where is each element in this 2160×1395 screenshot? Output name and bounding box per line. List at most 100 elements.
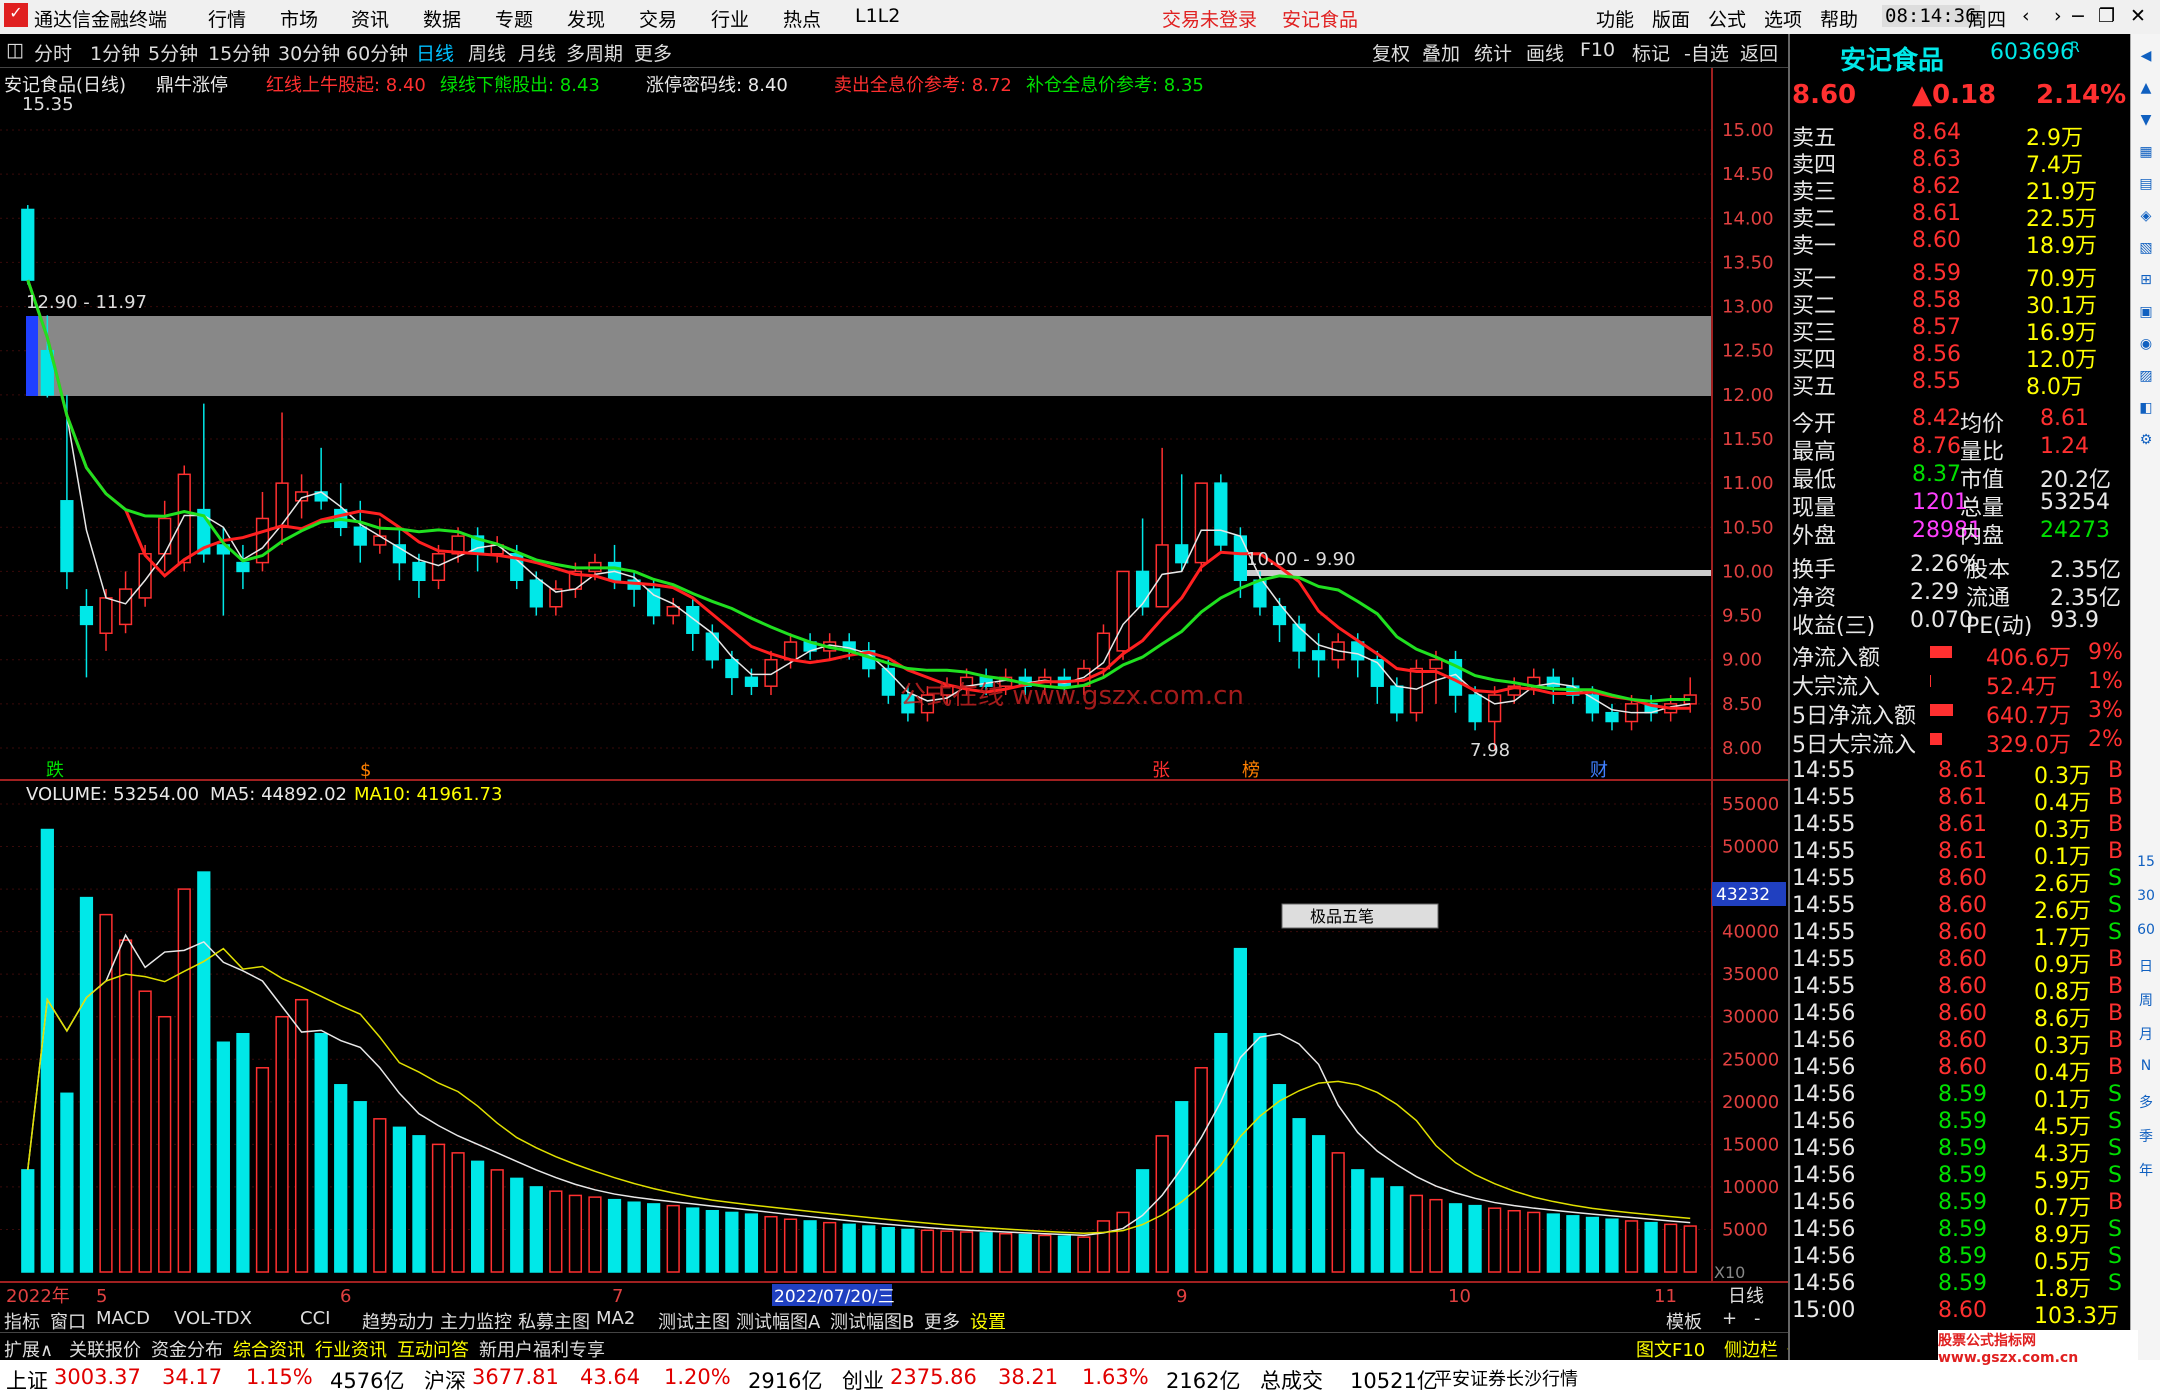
menu-news[interactable]: 资讯 [351, 5, 389, 32]
sidebar-period[interactable]: 周 [2134, 990, 2158, 1014]
sidebar-tool-icon[interactable]: ◀ [2134, 48, 2158, 72]
menu-hot[interactable]: 热点 [783, 5, 821, 32]
sidebar-tool-icon[interactable]: ⚙ [2134, 432, 2158, 456]
period-tab-more[interactable]: 更多 [634, 39, 672, 66]
sidebar-period[interactable]: 日 [2134, 956, 2158, 980]
info-tab[interactable]: 关联报价 [69, 1336, 141, 1362]
sidebar-tool-icon[interactable]: ◉ [2134, 336, 2158, 360]
period-tab[interactable]: 60分钟 [346, 39, 408, 66]
indicator-tab[interactable]: 测试幅图A [736, 1308, 820, 1334]
toolbar-button[interactable]: 返回 [1740, 39, 1778, 66]
toolbar-button[interactable]: 统计 [1474, 39, 1512, 66]
menu-formula[interactable]: 公式 [1708, 5, 1746, 32]
menu-discover[interactable]: 发现 [567, 5, 605, 32]
sidebar-tool-icon[interactable]: ▨ [2134, 368, 2158, 392]
menu-function[interactable]: 功能 [1596, 5, 1634, 32]
menu-topics[interactable]: 专题 [495, 5, 533, 32]
template-button[interactable]: - [1754, 1308, 1761, 1329]
indicator-tab[interactable]: MA2 [596, 1308, 635, 1329]
index-quote[interactable]: 3003.37 [54, 1365, 141, 1389]
toolbar-button[interactable]: 画线 [1526, 39, 1564, 66]
sidebar-tool-icon[interactable]: ▲ [2134, 80, 2158, 104]
sidebar-period[interactable]: 30 [2134, 888, 2158, 912]
sidebar-tool-icon[interactable]: ▦ [2134, 144, 2158, 168]
sidebar-tool-icon[interactable]: ▤ [2134, 176, 2158, 200]
indicator-tab[interactable]: 窗口 [50, 1308, 86, 1334]
toolbar-button[interactable]: 叠加 [1422, 39, 1460, 66]
info-tab[interactable]: 行业资讯 [315, 1336, 387, 1362]
index-quote[interactable]: 创业 [842, 1365, 884, 1395]
formula-selector[interactable]: 鼎牛涨停 [156, 71, 228, 97]
sidebar-period[interactable]: 季 [2134, 1126, 2158, 1150]
index-quote[interactable]: 34.17 [162, 1365, 222, 1389]
indicator-tab[interactable]: 趋势动力 [362, 1308, 434, 1334]
panel-toggle-icon[interactable]: ◫ [6, 39, 24, 61]
index-quote[interactable]: 3677.81 [472, 1365, 559, 1389]
restore-icon[interactable]: ❐ [2098, 5, 2115, 27]
indicator-tab[interactable]: MACD [96, 1308, 150, 1329]
info-tab[interactable]: 互动问答 [397, 1336, 469, 1362]
period-tab[interactable]: 周线 [468, 39, 506, 66]
index-quote[interactable]: 1.20% [664, 1365, 731, 1389]
back-icon[interactable]: ‹ [2022, 5, 2030, 27]
template-button[interactable]: + [1722, 1308, 1737, 1329]
indicator-tab[interactable]: CCI [300, 1308, 330, 1329]
sidebar-period[interactable]: 年 [2134, 1160, 2158, 1184]
sidebar-period[interactable]: 15 [2134, 854, 2158, 878]
index-quote[interactable]: 上证 [6, 1365, 48, 1395]
menu-market[interactable]: 市场 [280, 5, 318, 32]
toolbar-button[interactable]: -自选 [1684, 39, 1729, 66]
sidebar-period[interactable]: 月 [2134, 1024, 2158, 1048]
index-quote[interactable]: 2375.86 [890, 1365, 977, 1389]
menu-help[interactable]: 帮助 [1820, 5, 1858, 32]
period-tab[interactable]: 分时 [34, 39, 72, 66]
menu-market-quotes[interactable]: 行情 [208, 5, 246, 32]
index-quote[interactable]: 1.63% [1082, 1365, 1149, 1389]
info-tab[interactable]: 扩展∧ [4, 1336, 53, 1362]
toolbar-button[interactable]: 复权 [1372, 39, 1410, 66]
indicator-tab[interactable]: 测试幅图B [830, 1308, 914, 1334]
period-tab[interactable]: 1分钟 [90, 39, 140, 66]
period-tab-active[interactable]: 日线 [416, 39, 454, 66]
indicator-tab[interactable]: 更多 [924, 1308, 960, 1334]
info-tab[interactable]: 综合资讯 [233, 1336, 305, 1362]
menu-layout[interactable]: 版面 [1652, 5, 1690, 32]
toolbar-button[interactable]: F10 [1580, 39, 1615, 61]
info-right-tab[interactable]: 侧边栏《 [1724, 1336, 1796, 1362]
sidebar-tool-icon[interactable]: ⊞ [2134, 272, 2158, 296]
sidebar-tool-icon[interactable]: ▧ [2134, 240, 2158, 264]
sidebar-tool-icon[interactable]: ◧ [2134, 400, 2158, 424]
indicator-tab[interactable]: 指标 [4, 1308, 40, 1334]
index-quote[interactable]: 43.64 [580, 1365, 640, 1389]
index-quote[interactable]: 2916亿 [748, 1365, 822, 1395]
forward-icon[interactable]: › [2054, 5, 2062, 27]
indicator-tab[interactable]: 设置 [970, 1308, 1006, 1334]
indicator-tab[interactable]: VOL-TDX [174, 1308, 252, 1329]
indicator-tab[interactable]: 私募主图 [518, 1308, 590, 1334]
sidebar-tool-icon[interactable]: ◈ [2134, 208, 2158, 232]
info-tab[interactable]: 资金分布 [151, 1336, 223, 1362]
period-tab[interactable]: 15分钟 [208, 39, 270, 66]
menu-data[interactable]: 数据 [423, 5, 461, 32]
index-quote[interactable]: 2162亿 [1166, 1365, 1240, 1395]
sidebar-tool-icon[interactable]: ▼ [2134, 112, 2158, 136]
period-tab[interactable]: 月线 [518, 39, 556, 66]
period-tab[interactable]: 5分钟 [148, 39, 198, 66]
info-tab[interactable]: 新用户福利专享 [479, 1336, 605, 1362]
index-quote[interactable]: 4576亿 [330, 1365, 404, 1395]
period-tab[interactable]: 多周期 [566, 39, 623, 66]
close-icon[interactable]: ✕ [2130, 5, 2146, 27]
sidebar-tool-icon[interactable]: ▣ [2134, 304, 2158, 328]
menu-options[interactable]: 选项 [1764, 5, 1802, 32]
index-quote[interactable]: 1.15% [246, 1365, 313, 1389]
index-quote[interactable]: 沪深 [424, 1365, 466, 1395]
template-button[interactable]: 模板 [1666, 1308, 1702, 1334]
menu-industry[interactable]: 行业 [711, 5, 749, 32]
minimize-icon[interactable]: − [2070, 5, 2086, 27]
period-tab[interactable]: 30分钟 [278, 39, 340, 66]
toolbar-button[interactable]: 标记 [1632, 39, 1670, 66]
menu-l1l2[interactable]: L1L2 [855, 5, 900, 27]
indicator-tab[interactable]: 测试主图 [658, 1308, 730, 1334]
sidebar-period[interactable]: N [2134, 1058, 2158, 1082]
kline-chart[interactable]: 15.00 14.50 14.00 13.50 13.00 12.50 12.00 11.50… [0, 68, 1788, 1308]
